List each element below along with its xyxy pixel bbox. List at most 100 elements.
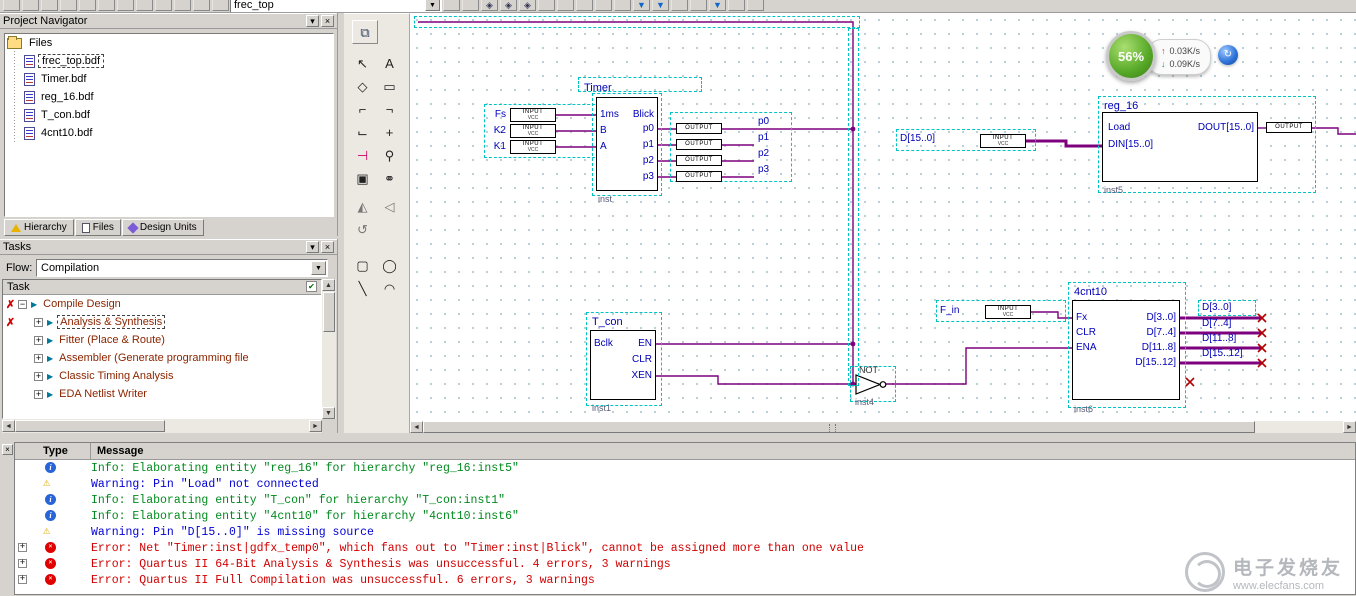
message-row[interactable]: + ✕ Error: Quartus II 64-Bit Analysis & … [15,556,1355,572]
task-label[interactable]: Fitter (Place & Route) [57,334,167,346]
task-label[interactable]: Compile Design [41,298,123,310]
smart-connect-tool[interactable]: ◇ [350,75,375,97]
tree-label[interactable]: T_con.bdf [38,109,93,121]
task-label[interactable]: Classic Timing Analysis [57,370,175,382]
flip-vertical-tool[interactable]: ◭ [350,195,375,217]
bus-label[interactable]: D[15..12] [1202,348,1243,359]
toolbar-icon[interactable]: ◈ [519,0,536,11]
scroll-left-button[interactable]: ◄ [410,421,423,433]
scroll-down-button[interactable]: ▼ [322,407,335,419]
collapse-icon[interactable]: − [18,299,27,309]
toolbar-icon[interactable] [747,0,764,11]
expand-icon[interactable]: + [34,353,43,363]
text-tool[interactable]: A [377,52,402,74]
bus-label[interactable]: D[11..8] [1202,333,1236,344]
message-row[interactable]: ⚠ Warning: Pin "Load" not connected [15,476,1355,492]
panel-menu-icon[interactable]: ▾ [306,15,319,27]
task-label-selected[interactable]: Analysis & Synthesis [57,315,166,329]
tree-item-file[interactable]: reg_16.bdf [5,88,333,106]
input-pin-symbol[interactable]: INPUT VCC [985,305,1031,319]
toolbar-icon[interactable] [193,0,210,11]
enable-check-icon[interactable]: ✔ [306,281,317,292]
find-tool[interactable]: ⚭ [377,167,402,189]
scroll-thumb[interactable] [423,421,1255,433]
toolbar-icon[interactable]: ◈ [500,0,517,11]
chevron-down-icon[interactable]: ▼ [425,0,440,11]
tree-item-file[interactable]: frec_top.bdf [5,52,333,70]
input-pin-symbol[interactable]: INPUT VCC [510,108,556,122]
scroll-up-button[interactable]: ▲ [322,279,335,291]
toolbar-icon[interactable] [212,0,229,11]
expand-icon[interactable]: + [34,389,43,399]
scroll-right-button[interactable]: ► [309,420,322,432]
toolbar-icon[interactable] [136,0,153,11]
scroll-thumb[interactable] [15,420,165,432]
pane-splitter[interactable] [0,433,1356,441]
orthogonal-bus-tool[interactable]: ⌙ [350,121,375,143]
net-label[interactable]: D[15..0] [900,133,935,144]
scroll-thumb[interactable] [323,292,335,332]
tasks-hscrollbar[interactable]: ◄ ► [2,419,322,433]
task-label[interactable]: Assembler (Generate programming file [57,352,251,364]
input-pin-symbol[interactable]: INPUT VCC [980,134,1026,148]
input-pin-symbol[interactable]: INPUT VCC [510,124,556,138]
message-column-header[interactable]: Message [91,443,1355,459]
output-pin-symbol[interactable]: OUTPUT [676,123,722,134]
task-row[interactable]: ✗ − ▶ Compile Design [3,295,321,313]
toolbar-icon[interactable] [614,0,631,11]
output-pin-symbol[interactable]: OUTPUT [676,155,722,166]
progress-ball[interactable]: 56% [1106,31,1156,81]
expand-icon[interactable]: + [34,335,43,345]
output-pin-symbol[interactable]: OUTPUT [676,139,722,150]
symbol-tool[interactable]: ▭ [377,75,402,97]
message-row[interactable]: ⚠ Warning: Pin "D[15..0]" is missing sou… [15,524,1355,540]
input-pin-symbol[interactable]: INPUT VCC [510,140,556,154]
net-label[interactable]: K2 [488,125,506,136]
flow-combobox[interactable]: Compilation ▼ [36,259,328,277]
toolbar-icon[interactable] [595,0,612,11]
wire[interactable] [1312,127,1356,135]
tab-design-units[interactable]: Design Units [121,219,204,236]
type-column-header[interactable]: Type [15,443,91,459]
schematic-canvas[interactable]: Timer 1ms Blick B A p0 p1 p2 p3 inst Fs … [410,13,1356,420]
rectangle-tool[interactable]: ▢ [350,254,375,276]
close-icon[interactable]: × [321,241,334,253]
toolbar-icon[interactable] [3,0,20,11]
message-row[interactable]: + ✕ Error: Net "Timer:inst|gdfx_temp0", … [15,540,1355,556]
expand-icon[interactable]: + [34,317,43,327]
net-label[interactable]: Fs [488,109,506,120]
close-icon[interactable]: × [321,15,334,27]
toolbar-icon[interactable]: ▼ [633,0,650,11]
net-label[interactable]: p1 [758,132,769,143]
tree-label[interactable]: Timer.bdf [38,73,89,85]
toolbar-icon[interactable]: ▼ [709,0,726,11]
task-list-header[interactable]: Task ✔ [3,280,321,295]
tab-files[interactable]: Files [74,219,121,236]
toolbar-icon[interactable] [557,0,574,11]
toolbar-icon[interactable] [690,0,707,11]
close-icon[interactable]: × [2,444,13,455]
task-row[interactable]: ✗ + ▶ Analysis & Synthesis [3,313,321,331]
net-label[interactable]: F_in [940,305,959,316]
tree-label[interactable]: 4cnt10.bdf [38,127,95,139]
task-row[interactable]: + ▶ Classic Timing Analysis [3,367,321,385]
toolbar-icon[interactable] [728,0,745,11]
not-gate[interactable] [855,374,887,395]
tree-item-file[interactable]: 4cnt10.bdf [5,124,333,142]
bus-wire[interactable] [1026,139,1102,148]
output-pin-symbol[interactable]: OUTPUT [676,171,722,182]
partial-line-tool[interactable]: ⊣ [350,144,375,166]
wire[interactable] [1031,311,1072,319]
expand-icon[interactable]: + [34,371,43,381]
task-row[interactable]: + ▶ Fitter (Place & Route) [3,331,321,349]
tasks-vscrollbar[interactable]: ▲ ▼ [322,279,336,419]
expand-icon[interactable]: + [18,575,27,584]
message-row[interactable]: + ✕ Error: Quartus II Full Compilation w… [15,572,1355,588]
toolbar-icon[interactable] [98,0,115,11]
chevron-down-icon[interactable]: ▼ [311,261,326,275]
task-label[interactable]: EDA Netlist Writer [57,388,149,400]
accelerator-ball-icon[interactable]: ↻ [1218,45,1238,65]
orthogonal-pipe-tool[interactable]: + [377,121,402,143]
toolbar-icon[interactable]: ▼ [652,0,669,11]
tree-item-files-root[interactable]: Files [5,34,333,52]
